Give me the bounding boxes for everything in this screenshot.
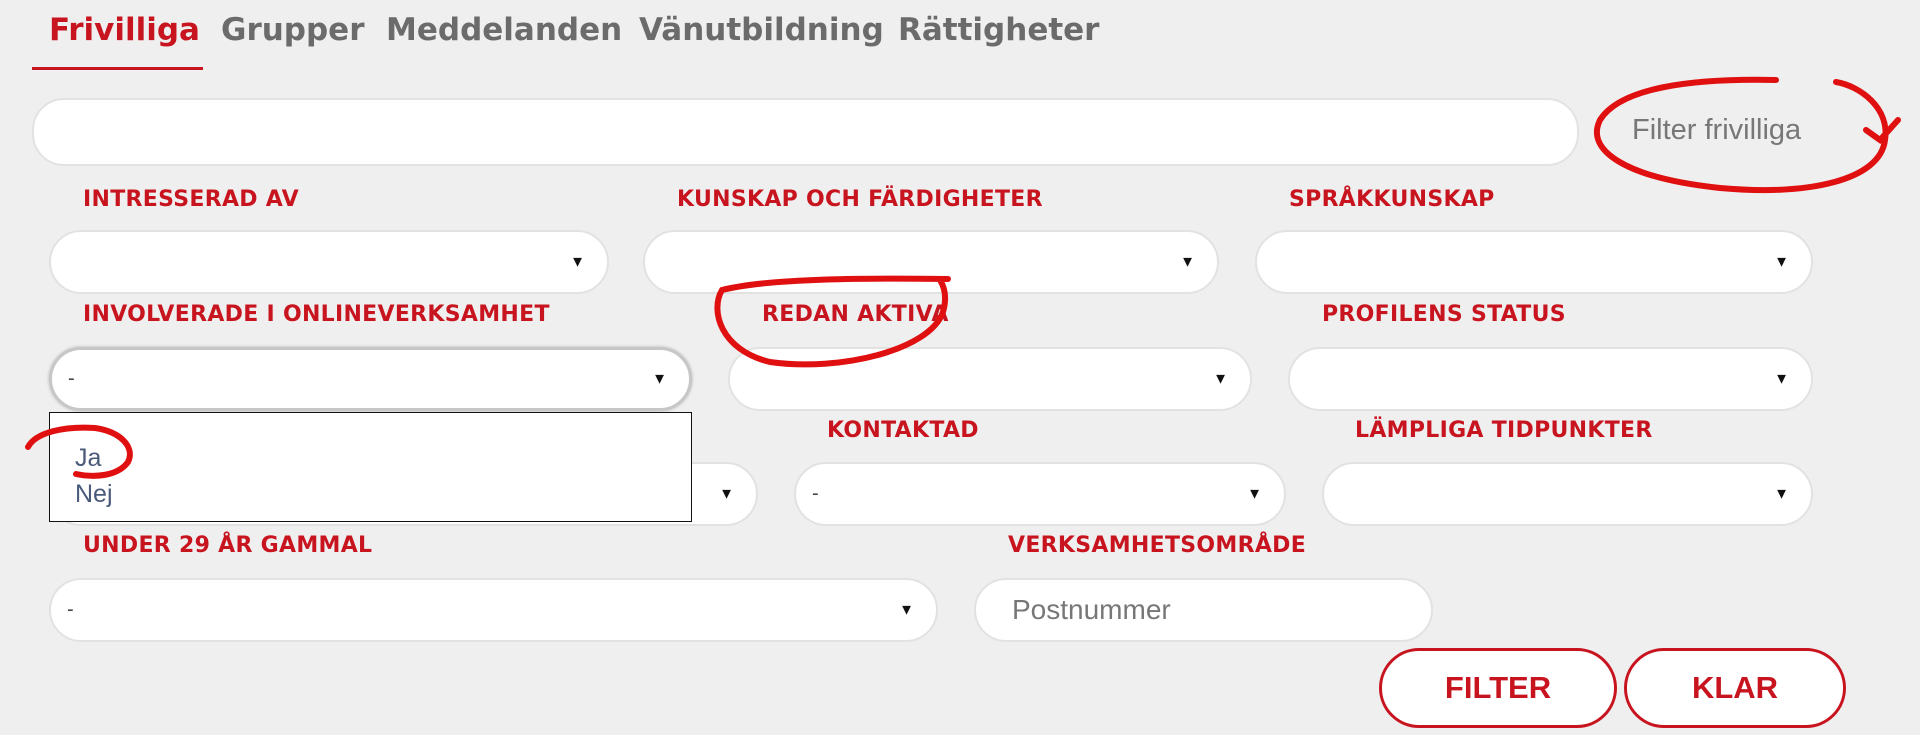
select-online[interactable]: - ▼ (49, 347, 692, 411)
caret-down-icon: ▼ (1774, 485, 1789, 503)
caret-down-icon: ▼ (719, 485, 734, 503)
select-profilens-status[interactable]: ▼ (1288, 347, 1813, 411)
caret-down-icon: ▼ (1774, 370, 1789, 388)
caret-down-icon: ▼ (570, 253, 585, 271)
online-dropdown-list: Ja Nej (49, 412, 692, 522)
select-lampliga-tidpunkter[interactable]: ▼ (1322, 462, 1813, 526)
select-sprakkunskap[interactable]: ▼ (1255, 230, 1813, 294)
option-ja[interactable]: Ja (75, 444, 101, 473)
filter-button[interactable]: FILTER (1379, 648, 1617, 728)
caret-down-icon: ▼ (652, 370, 667, 388)
label-kontaktad: KONTAKTAD (827, 418, 979, 443)
option-nej[interactable]: Nej (75, 480, 113, 509)
tab-meddelanden[interactable]: Meddelanden (386, 10, 622, 50)
select-value: - (68, 367, 75, 390)
tab-rattigheter[interactable]: Rättigheter (898, 10, 1099, 50)
label-under-29: UNDER 29 ÅR GAMMAL (83, 533, 373, 558)
select-intresserad-av[interactable]: ▼ (49, 230, 609, 294)
select-under-29[interactable]: - ▼ (49, 578, 938, 642)
klar-button[interactable]: KLAR (1624, 648, 1846, 728)
tab-vanutbildning[interactable]: Vänutbildning (639, 10, 884, 50)
label-intresserad-av: INTRESSERAD AV (83, 187, 299, 212)
select-redan-aktiva[interactable]: ▼ (728, 347, 1252, 411)
label-redan-aktiva: REDAN AKTIVA (762, 302, 949, 327)
tab-grupper[interactable]: Grupper (221, 10, 365, 50)
label-verksamhetsomrade: VERKSAMHETSOMRÅDE (1008, 533, 1307, 558)
caret-down-icon: ▼ (1180, 253, 1195, 271)
label-online: INVOLVERADE I ONLINEVERKSAMHET (83, 302, 550, 327)
search-input[interactable] (32, 98, 1579, 166)
caret-down-icon: ▼ (1774, 253, 1789, 271)
caret-down-icon: ▼ (1213, 370, 1228, 388)
filter-frivilliga-select[interactable]: Filter frivilliga (1600, 98, 1900, 166)
label-profilens-status: PROFILENS STATUS (1322, 302, 1566, 327)
caret-down-icon: ▼ (1247, 485, 1262, 503)
postnummer-placeholder: Postnummer (1012, 594, 1171, 625)
caret-down-icon: ▼ (899, 601, 914, 619)
postnummer-input[interactable]: Postnummer (974, 578, 1433, 642)
label-lampliga-tidpunkter: LÄMPLIGA TIDPUNKTER (1355, 418, 1653, 443)
select-kunskap[interactable]: ▼ (643, 230, 1219, 294)
active-tab-indicator (32, 67, 203, 70)
filter-select-placeholder: Filter frivilliga (1632, 114, 1802, 146)
tab-frivilliga[interactable]: Frivilliga (49, 10, 200, 50)
select-value: - (67, 598, 74, 621)
label-sprakkunskap: SPRÅKKUNSKAP (1289, 187, 1495, 212)
select-value: - (812, 482, 819, 505)
label-kunskap: KUNSKAP OCH FÄRDIGHETER (677, 187, 1043, 212)
select-kontaktad[interactable]: - ▼ (794, 462, 1286, 526)
